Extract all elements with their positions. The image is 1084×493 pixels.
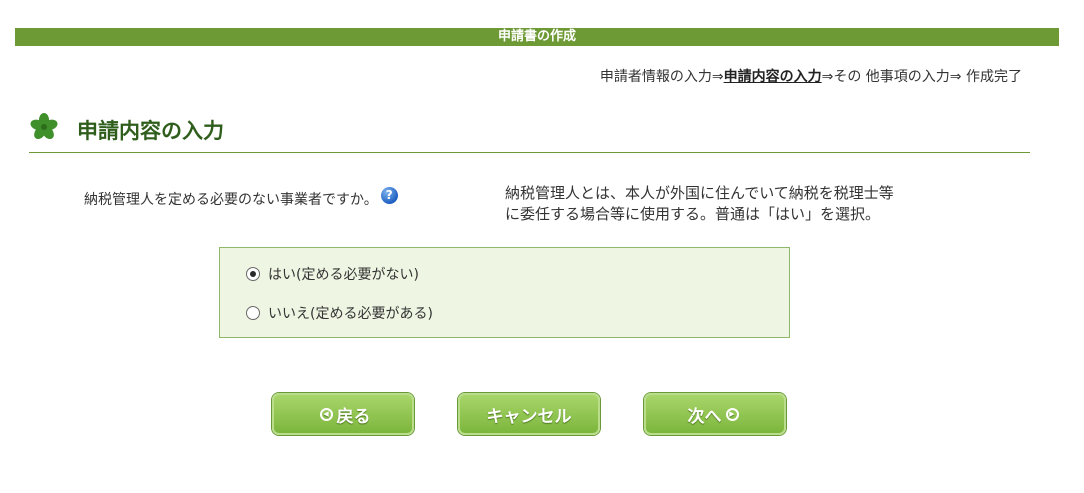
question-text: 納税管理人を定める必要のない事業者ですか。 [84, 192, 378, 208]
progress-steps: 申請者情報の入力⇒申請内容の入力⇒その 他事項の入力⇒ 作成完了 [600, 66, 1022, 86]
radio-yes[interactable] [246, 267, 260, 281]
page-header-title: 申請書の作成 [497, 29, 576, 44]
option-yes[interactable]: はい(定める必要がない) [246, 264, 419, 284]
back-button-label: 戻る [336, 406, 371, 427]
clover-icon [30, 113, 58, 140]
radio-no[interactable] [246, 306, 260, 320]
section-heading: 申請内容の入力 [29, 112, 1030, 153]
help-icon[interactable]: ? [380, 186, 398, 204]
cancel-button[interactable]: キャンセル [458, 393, 600, 435]
arrow-left-icon: ◀ [319, 407, 333, 421]
step-current: 申請内容の入力 [723, 69, 822, 85]
next-button[interactable]: 次へ ▶ [644, 393, 786, 435]
page-header-bar: 申請書の作成 [15, 28, 1059, 46]
back-button[interactable]: ◀ 戻る [272, 393, 414, 435]
step-next: ⇒その 他事項の入力⇒ 作成完了 [821, 69, 1022, 85]
answer-radio-group: はい(定める必要がない) いいえ(定める必要がある) [219, 247, 790, 338]
next-button-label: 次へ [687, 406, 722, 427]
step-previous: 申請者情報の入力⇒ [599, 69, 724, 85]
explanation-line-1: 納税管理人とは、本人が外国に住んでいて納税を税理士等 [505, 184, 894, 202]
option-yes-label: はい(定める必要がない) [268, 267, 419, 283]
option-no[interactable]: いいえ(定める必要がある) [246, 303, 433, 323]
explanation-text: 納税管理人とは、本人が外国に住んでいて納税を税理士等 に委任する場合等に使用する… [505, 183, 955, 225]
cancel-button-label: キャンセル [486, 406, 572, 427]
option-no-label: いいえ(定める必要がある) [268, 306, 433, 322]
page-title: 申請内容の入力 [77, 119, 224, 143]
question-label: 納税管理人を定める必要のない事業者ですか。 ? [84, 186, 398, 209]
arrow-right-icon: ▶ [725, 407, 739, 421]
explanation-line-2: に委任する場合等に使用する。普通は「はい」を選択。 [505, 205, 881, 223]
